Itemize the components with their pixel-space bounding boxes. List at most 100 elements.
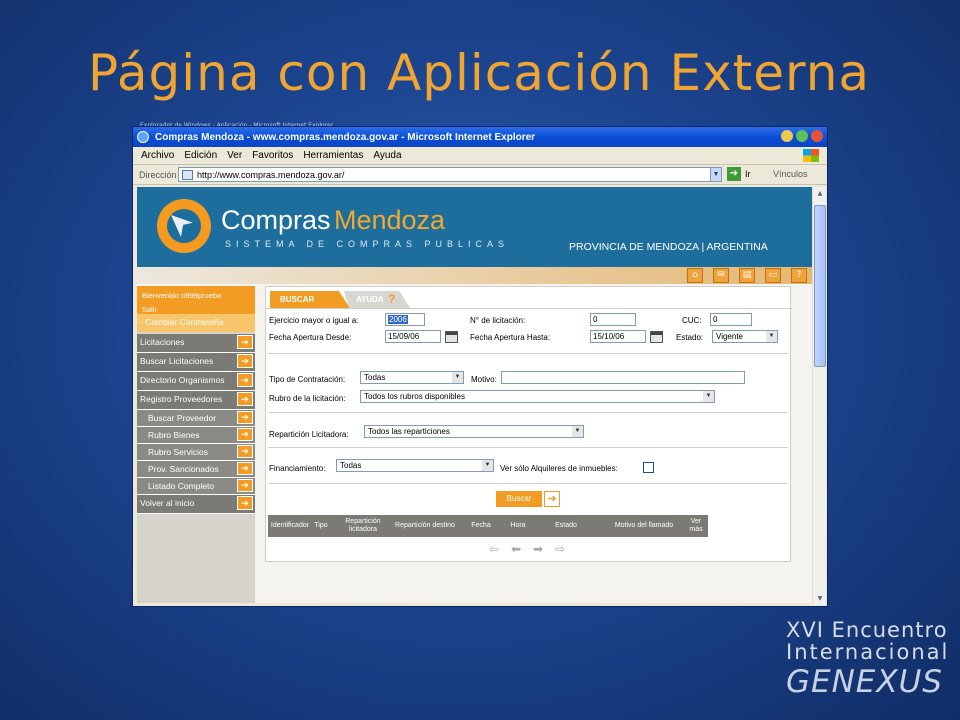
slide-title: Página con Aplicación Externa: [88, 44, 871, 102]
menu-archivo[interactable]: Archivo: [141, 150, 174, 161]
arrow-right-icon[interactable]: ➔: [237, 445, 253, 458]
sidebar-item-rubro-servicios[interactable]: Rubro Servicios ➔: [137, 444, 255, 461]
open-from-label: Fecha Apertura Desde:: [269, 333, 352, 342]
address-label: Dirección: [139, 169, 177, 180]
home-icon[interactable]: ⌂: [687, 268, 703, 283]
licitacion-number-input[interactable]: 0: [590, 313, 636, 326]
calendar-icon[interactable]: [650, 331, 663, 343]
column-header: Tipo: [314, 522, 328, 529]
menu-ver[interactable]: Ver: [227, 150, 242, 161]
open-to-label: Fecha Apertura Hasta:: [470, 333, 551, 342]
column-header: Estado: [555, 522, 577, 529]
arrow-right-icon[interactable]: ➔: [237, 411, 253, 424]
site-toolbar: ⌂ ✉ ▤ ▭ ?: [137, 267, 813, 284]
document-icon[interactable]: ▤: [739, 268, 755, 283]
column-header: Repartición licitadora: [345, 518, 381, 533]
province-label: PROVINCIA DE MENDOZA | ARGENTINA: [569, 241, 768, 253]
internet-explorer-icon: [137, 131, 149, 143]
browser-titlebar[interactable]: Compras Mendoza - www.compras.mendoza.go…: [133, 127, 827, 147]
first-page-icon[interactable]: ⇦: [486, 543, 502, 555]
scroll-down-icon[interactable]: ▼: [814, 592, 826, 605]
search-form: BUSCAR AYUDA? Ejercicio mayor o igual a:…: [265, 286, 792, 562]
contract-type-select[interactable]: Todas ▼: [360, 371, 464, 384]
menu-favoritos[interactable]: Favoritos: [252, 150, 293, 161]
chevron-down-icon: ▼: [572, 426, 583, 437]
rent-only-checkbox[interactable]: [643, 462, 654, 473]
last-page-icon[interactable]: ⇨: [552, 543, 568, 555]
vertical-scrollbar[interactable]: ▲ ▼: [812, 187, 826, 605]
web-page: Compras Mendoza SISTEMA DE COMPRAS PUBLI…: [137, 187, 813, 603]
rubro-value: Todos los rubros disponibles: [364, 392, 465, 401]
rubro-select[interactable]: Todos los rubros disponibles ▼: [360, 390, 715, 403]
sidebar-item-buscar-proveedor[interactable]: Buscar Proveedor ➔: [137, 410, 255, 427]
next-page-icon[interactable]: ➡: [530, 543, 546, 555]
sidebar-item-directorio-organismos[interactable]: Directorio Organismos ➔: [137, 372, 255, 391]
address-input[interactable]: http://www.compras.mendoza.gov.ar/: [178, 167, 718, 182]
site-banner: Compras Mendoza SISTEMA DE COMPRAS PUBLI…: [137, 187, 813, 267]
change-password-link[interactable]: - Cambiar Contraseña: [137, 314, 255, 332]
sidebar-item-volver-inicio[interactable]: Volver al inicio ➔: [137, 495, 255, 514]
menu-herramientas[interactable]: Herramientas: [303, 150, 363, 161]
links-menu[interactable]: Vínculos: [773, 169, 808, 179]
address-value: http://www.compras.mendoza.gov.ar/: [197, 169, 345, 180]
browser-window: Compras Mendoza - www.compras.mendoza.go…: [132, 126, 828, 607]
browser-title: Compras Mendoza - www.compras.mendoza.go…: [155, 131, 536, 143]
close-button[interactable]: [811, 130, 823, 142]
arrow-right-icon[interactable]: ➔: [237, 428, 253, 441]
motive-input[interactable]: [501, 371, 745, 384]
page-icon: [182, 170, 193, 180]
menu-edicion[interactable]: Edición: [184, 150, 217, 161]
arrow-right-icon[interactable]: ➔: [237, 335, 253, 349]
mail-icon[interactable]: ✉: [713, 268, 729, 283]
go-button[interactable]: ➔ Ir: [727, 167, 751, 181]
address-dropdown-button[interactable]: ▼: [710, 167, 722, 182]
cuc-input[interactable]: 0: [710, 313, 752, 326]
sidebar-item-rubro-bienes[interactable]: Rubro Bienes ➔: [137, 427, 255, 444]
event-line2: Internacional: [786, 640, 950, 664]
financing-label: Financiamiento:: [269, 464, 326, 473]
sidebar-item-registro-proveedores[interactable]: Registro Proveedores ➔: [137, 391, 255, 410]
arrow-right-icon[interactable]: ➔: [237, 373, 253, 387]
help-icon[interactable]: ?: [791, 268, 807, 283]
genexus-event-logo: XVI Encuentro Internacional GENEXUS ™: [786, 618, 949, 700]
sidebar-item-buscar-licitaciones[interactable]: Buscar Licitaciones ➔: [137, 353, 255, 372]
prev-page-icon[interactable]: ⬅: [508, 543, 524, 555]
sidebar-item-label: Volver al inicio: [140, 498, 195, 508]
sidebar-item-licitaciones[interactable]: Licitaciones ➔: [137, 334, 255, 353]
menu-ayuda[interactable]: Ayuda: [373, 150, 401, 161]
search-button[interactable]: Buscar: [496, 491, 542, 507]
contract-type-value: Todas: [364, 373, 386, 382]
trademark-symbol: ™: [929, 656, 936, 664]
maximize-button[interactable]: [796, 130, 808, 142]
tab-ayuda[interactable]: AYUDA?: [344, 291, 410, 308]
print-icon[interactable]: ▭: [765, 268, 781, 283]
year-input[interactable]: 2006: [385, 313, 425, 326]
open-from-input[interactable]: 15/09/06: [385, 330, 441, 343]
minimize-button[interactable]: [781, 130, 793, 142]
sidebar-item-prov-sancionados[interactable]: Prov. Sancionados ➔: [137, 461, 255, 478]
tab-ayuda-label: AYUDA: [356, 295, 384, 304]
scroll-thumb[interactable]: [814, 205, 826, 367]
sidebar-item-listado-completo[interactable]: Listado Completo ➔: [137, 478, 255, 495]
sidebar-item-label: Licitaciones: [140, 337, 185, 347]
reparticion-value: Todos las reparticiones: [368, 427, 450, 436]
scroll-up-icon[interactable]: ▲: [814, 187, 826, 200]
arrow-right-icon[interactable]: ➔: [237, 462, 253, 475]
chevron-down-icon: ▼: [766, 331, 777, 342]
financing-select[interactable]: Todas ▼: [336, 459, 494, 472]
arrow-right-icon[interactable]: ➔: [237, 392, 253, 406]
reparticion-select[interactable]: Todos las reparticiones ▼: [364, 425, 584, 438]
results-table-header: Identificador Tipo Repartición licitador…: [268, 515, 708, 537]
calendar-icon[interactable]: [445, 331, 458, 343]
brand-name-part1: Compras: [221, 205, 331, 235]
tab-buscar[interactable]: BUSCAR: [270, 291, 350, 308]
event-line1: XVI Encuentro: [786, 618, 948, 642]
status-select[interactable]: Vigente ▼: [712, 330, 778, 343]
arrow-right-icon[interactable]: ➔: [237, 354, 253, 368]
arrow-right-icon[interactable]: ➔: [237, 479, 253, 492]
open-to-input[interactable]: 15/10/06: [590, 330, 646, 343]
arrow-right-icon[interactable]: ➔: [237, 496, 253, 510]
search-arrow-icon[interactable]: ➔: [544, 491, 560, 507]
genexus-logo-text: GENEXUS: [786, 664, 943, 700]
sidebar-item-label: Directorio Organismos: [140, 375, 225, 385]
